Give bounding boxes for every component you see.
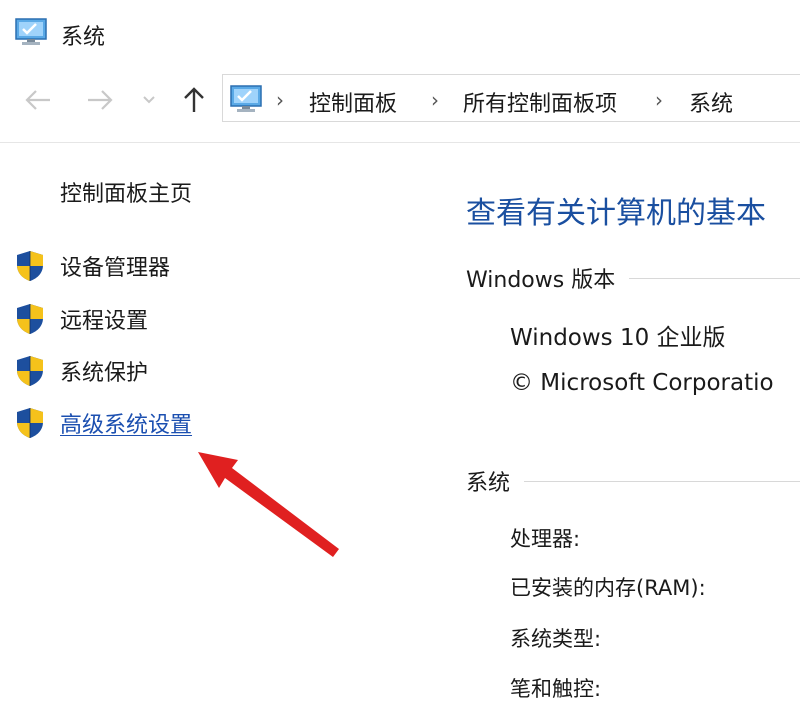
section-divider: [524, 480, 800, 482]
uac-shield-icon: [17, 408, 43, 438]
sidebar-item-remote-settings[interactable]: 远程设置: [14, 302, 148, 336]
windows-edition-value: Windows 10 企业版: [510, 325, 726, 351]
breadcrumb-all-items[interactable]: 所有控制面板项: [463, 86, 617, 118]
section-heading-label: 系统: [466, 471, 511, 496]
section-heading-label: Windows 版本: [466, 268, 616, 293]
title-bar: 系统: [0, 0, 800, 70]
sidebar-item-device-manager[interactable]: 设备管理器: [14, 249, 170, 283]
breadcrumb-separator: ›: [655, 88, 663, 112]
arrow-left-icon: [25, 90, 50, 110]
address-bar[interactable]: › 控制面板 › 所有控制面板项 › 系统: [222, 74, 800, 122]
system-monitor-icon: [15, 18, 47, 45]
chevron-down-icon: [143, 96, 155, 104]
uac-shield-icon: [17, 356, 43, 386]
section-heading-system: 系统: [466, 465, 800, 497]
system-type-label: 系统类型:: [510, 627, 602, 651]
recent-locations-button[interactable]: [134, 84, 164, 116]
copyright-text: © Microsoft Corporatio: [510, 370, 774, 396]
section-heading-windows-edition: Windows 版本: [466, 262, 800, 294]
control-panel-home-link[interactable]: 控制面板主页: [60, 176, 192, 208]
sidebar-item-label: 设备管理器: [60, 256, 171, 281]
sidebar-item-label: 远程设置: [60, 309, 149, 334]
uac-shield-icon: [17, 304, 43, 334]
section-divider: [629, 277, 800, 279]
page-title: 查看有关计算机的基本: [466, 196, 766, 231]
pen-touch-label: 笔和触控:: [510, 677, 602, 701]
arrow-up-icon: [184, 87, 204, 112]
navigation-bar: › 控制面板 › 所有控制面板项 › 系统: [0, 72, 800, 128]
forward-button[interactable]: [82, 84, 118, 116]
arrow-right-icon: [88, 90, 113, 110]
processor-label: 处理器:: [510, 527, 581, 551]
breadcrumb-separator: ›: [276, 88, 284, 112]
breadcrumb-system[interactable]: 系统: [689, 86, 733, 118]
sidebar-item-advanced-system-settings[interactable]: 高级系统设置: [14, 406, 192, 440]
uac-shield-icon: [17, 251, 43, 281]
breadcrumb-separator: ›: [431, 88, 439, 112]
sidebar-item-label: 高级系统设置: [60, 413, 193, 438]
installed-ram-label: 已安装的内存(RAM):: [510, 576, 706, 600]
breadcrumb-control-panel[interactable]: 控制面板: [309, 86, 397, 118]
window-title: 系统: [61, 25, 106, 50]
back-button[interactable]: [20, 84, 56, 116]
up-button[interactable]: [176, 84, 212, 116]
header-divider: [0, 142, 800, 143]
sidebar-item-system-protection[interactable]: 系统保护: [14, 354, 148, 388]
sidebar-item-label: 系统保护: [60, 361, 149, 386]
control-panel-icon: [230, 85, 262, 112]
